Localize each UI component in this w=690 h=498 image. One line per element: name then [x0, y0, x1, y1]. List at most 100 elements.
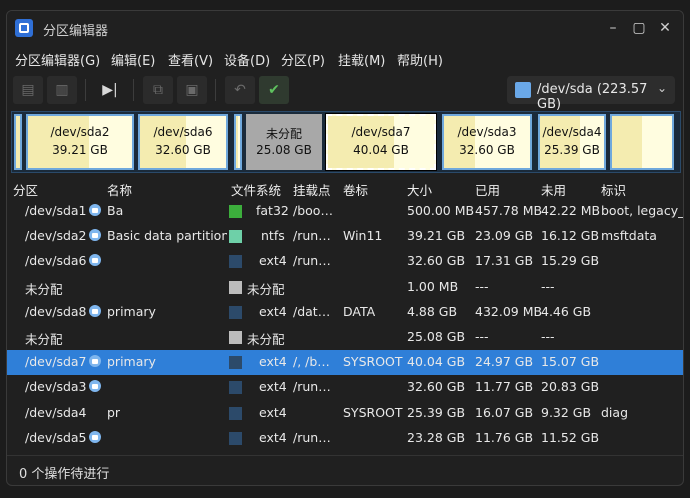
menu-mount[interactable]: 挂载(M): [338, 50, 385, 69]
column-used[interactable]: 已用: [475, 180, 500, 199]
segment-name: /dev/sda3: [457, 125, 517, 139]
segment-size: 25.08 GB: [256, 143, 312, 157]
filesystem-color-icon: [229, 305, 242, 319]
column-filesystem[interactable]: 文件系统: [231, 180, 281, 199]
unused-cell: 15.07 GB: [541, 354, 600, 370]
toolbar-separator: [215, 79, 216, 101]
segment-usage-fill: [236, 116, 238, 168]
device-label: /dev/sda (223.57 GB): [537, 82, 648, 112]
lock-icon: [89, 304, 101, 317]
disk-segment[interactable]: /dev/sda2 39.21 GB: [26, 114, 134, 170]
size-cell: 32.60 GB: [407, 253, 466, 269]
disk-segment[interactable]: [234, 114, 242, 170]
mountpoint-cell: /boo…: [293, 203, 333, 218]
size-cell: 500.00 MB: [407, 203, 475, 218]
column-name[interactable]: 名称: [107, 180, 132, 199]
table-row[interactable]: /dev/sda1 Ba fat32/boo… 500.00 MB 457.78 MB 4…: [7, 199, 683, 224]
name-cell: Ba: [107, 203, 124, 218]
segment-name: /dev/sda4: [542, 125, 602, 139]
table-row[interactable]: /dev/sda8 primary ext4/dat… DATA 4.88 GB 432.…: [7, 300, 683, 325]
partition-cell: /dev/sda1: [25, 203, 87, 218]
partition-cell: 未分配: [25, 332, 63, 347]
segment-name: /dev/sda6: [153, 125, 213, 139]
partition-cell: /dev/sda8: [25, 303, 87, 319]
disk-segment[interactable]: 未分配 25.08 GB: [246, 114, 322, 170]
segment-usage-fill: [444, 116, 475, 168]
menu-gparted[interactable]: 分区编辑器(G): [15, 50, 100, 69]
table-row[interactable]: /dev/sda2 Basic data partition ntfs/run… Wi…: [7, 224, 683, 249]
name-cell: Basic data partition: [107, 228, 227, 244]
toolbar-separator: [85, 79, 86, 101]
status-bar: 0 个操作待进行: [7, 455, 683, 485]
menu-device[interactable]: 设备(D): [224, 50, 270, 69]
disk-segment[interactable]: /dev/sda6 32.60 GB: [138, 114, 228, 170]
used-cell: 432.09 MB: [475, 303, 543, 319]
copy-icon[interactable]: ⧉: [143, 76, 173, 104]
table-row[interactable]: /dev/sda4 pr ext4 SYSROOT 25.39 GB 16.07 GB 9.…: [7, 401, 683, 426]
paste-icon[interactable]: ▣: [177, 76, 207, 104]
disk-segment[interactable]: /dev/sda4 25.39 GB: [538, 114, 606, 170]
disk-segment[interactable]: [610, 114, 674, 170]
segment-usage-fill: [16, 116, 20, 168]
filesystem-cell: ext4: [259, 303, 287, 319]
size-cell: 32.60 GB: [407, 379, 466, 395]
table-row[interactable]: /dev/sda3 ext4/run… 32.60 GB 11.77 GB 20.83 …: [7, 375, 683, 400]
menu-help[interactable]: 帮助(H): [397, 50, 443, 69]
column-flags[interactable]: 标识: [601, 180, 626, 199]
unused-cell: ---: [541, 329, 555, 344]
table-row[interactable]: /dev/sda7 primary ext4 /, /b… SYSROOT 40.04 G…: [7, 350, 683, 376]
name-cell: primary: [107, 303, 156, 319]
delete-partition-icon[interactable]: ▥: [47, 76, 77, 104]
unused-cell: 20.83 GB: [541, 379, 600, 395]
filesystem-color-icon: [229, 255, 242, 269]
filesystem-color-icon: [229, 381, 242, 395]
new-partition-icon[interactable]: ▤: [13, 76, 43, 104]
window-title: 分区编辑器: [43, 24, 109, 39]
resize-move-icon[interactable]: ▶|: [95, 76, 125, 104]
disk-partition-map: /dev/sda2 39.21 GB/dev/sda6 32.60 GB 未分配 25.…: [11, 111, 681, 173]
device-selector[interactable]: /dev/sda (223.57 GB) ⌄: [507, 76, 675, 112]
table-row[interactable]: /dev/sda5 ext4/run… 23.28 GB 11.76 GB 11.52 …: [7, 426, 683, 451]
column-partition[interactable]: 分区: [13, 180, 38, 199]
used-cell: ---: [475, 329, 489, 344]
mountpoint-cell: /, /b…: [293, 354, 330, 370]
column-label[interactable]: 卷标: [343, 180, 368, 199]
apply-check-icon[interactable]: ✔: [259, 76, 289, 104]
size-cell: 4.88 GB: [407, 303, 458, 319]
mountpoint-cell: /run…: [293, 379, 331, 395]
size-cell: 40.04 GB: [407, 354, 466, 370]
filesystem-cell: ext4: [259, 354, 287, 370]
table-row[interactable]: /dev/sda6 ext4/run… 32.60 GB 17.31 GB 15.29 …: [7, 249, 683, 274]
lock-icon: [89, 380, 101, 393]
disk-segment[interactable]: [14, 114, 22, 170]
column-size[interactable]: 大小: [407, 180, 432, 199]
partition-cell: /dev/sda4: [25, 404, 87, 420]
close-icon[interactable]: ✕: [655, 18, 675, 38]
menu-view[interactable]: 查看(V): [168, 50, 213, 69]
table-row[interactable]: 未分配 未分配 1.00 MB --- ---: [7, 275, 683, 300]
mountpoint-cell: /run…: [293, 228, 331, 244]
filesystem-cell: 未分配: [247, 281, 285, 297]
undo-icon[interactable]: ↶: [225, 76, 255, 104]
menu-edit[interactable]: 编辑(E): [111, 50, 155, 69]
partition-cell: 未分配: [25, 281, 63, 297]
toolbar-separator: [133, 79, 134, 101]
minimize-icon[interactable]: –: [603, 18, 623, 38]
lock-icon: [89, 204, 101, 216]
segment-name: /dev/sda2: [50, 125, 110, 139]
used-cell: 16.07 GB: [475, 404, 534, 420]
mountpoint-cell: /run…: [293, 253, 331, 269]
maximize-icon[interactable]: ▢: [629, 18, 649, 38]
used-cell: 17.31 GB: [475, 253, 534, 269]
lock-icon: [89, 430, 101, 443]
table-row[interactable]: 未分配 未分配 25.08 GB --- ---: [7, 325, 683, 350]
column-mountpoint[interactable]: 挂载点: [293, 180, 331, 199]
filesystem-color-icon: [229, 431, 242, 445]
toolbar: ▤ ▥ ▶| ⧉ ▣ ↶ ✔ /dev/sda (223.57 GB) ⌄: [7, 73, 683, 112]
column-unused[interactable]: 未用: [541, 180, 566, 199]
menu-partition[interactable]: 分区(P): [281, 50, 325, 69]
disk-segment[interactable]: /dev/sda3 32.60 GB: [442, 114, 532, 170]
used-cell: 11.76 GB: [475, 429, 534, 445]
filesystem-color-icon: [229, 205, 242, 218]
disk-segment[interactable]: /dev/sda7 40.04 GB: [325, 113, 437, 171]
